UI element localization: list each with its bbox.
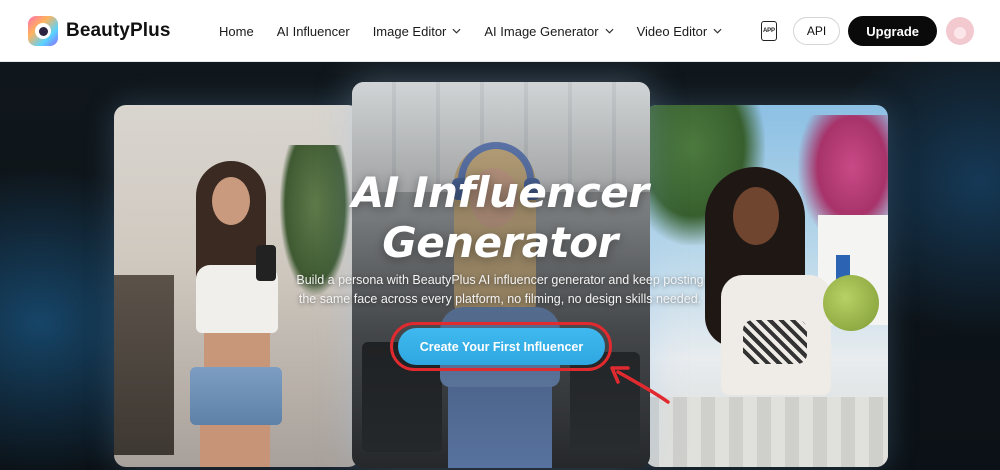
hero-subtitle: Build a persona with BeautyPlus AI influ… [286,271,714,309]
hero-section: AI Influencer Generator Build a persona … [0,62,1000,470]
chevron-down-icon [605,28,614,34]
upgrade-button[interactable]: Upgrade [848,16,937,46]
hero-subtitle-line2: the same face across every platform, no … [298,292,702,306]
hero-title: AI Influencer Generator [300,168,700,268]
nav-video-editor-label: Video Editor [636,23,708,39]
pointer-arrow-icon [610,366,670,404]
nav-ai-image-generator[interactable]: AI Image Generator [484,23,614,39]
nav-image-editor-label: Image Editor [372,23,447,39]
hero-subtitle-line1: Build a persona with BeautyPlus AI influ… [296,273,704,287]
nav-ai-influencer-label: AI Influencer [276,23,350,39]
hero-title-line1: AI Influencer [351,168,649,217]
brand-link[interactable]: BeautyPlus [28,16,170,46]
nav-image-editor[interactable]: Image Editor [373,24,462,39]
hero-title-line2: Generator [382,218,618,267]
user-avatar[interactable] [946,17,974,45]
nav-home[interactable]: Home [219,24,254,39]
nav-home-label: Home [219,23,254,39]
chevron-down-icon [713,28,722,34]
beautyplus-logo-icon [28,16,58,46]
nav-ai-image-generator-label: AI Image Generator [484,23,599,39]
app-download-icon[interactable]: APP [760,21,777,41]
create-influencer-button[interactable]: Create Your First Influencer [398,328,605,365]
api-button[interactable]: API [792,17,841,45]
chevron-down-icon [452,28,461,34]
nav-actions: APP API Upgrade [760,0,974,62]
brand-name: BeautyPlus [66,20,171,41]
main-nav: Home AI Influencer Image Editor AI Image… [219,0,745,62]
top-navbar: BeautyPlus Home AI Influencer Image Edit… [0,0,1000,62]
nav-ai-influencer[interactable]: AI Influencer [277,24,350,39]
nav-video-editor[interactable]: Video Editor [637,24,723,39]
